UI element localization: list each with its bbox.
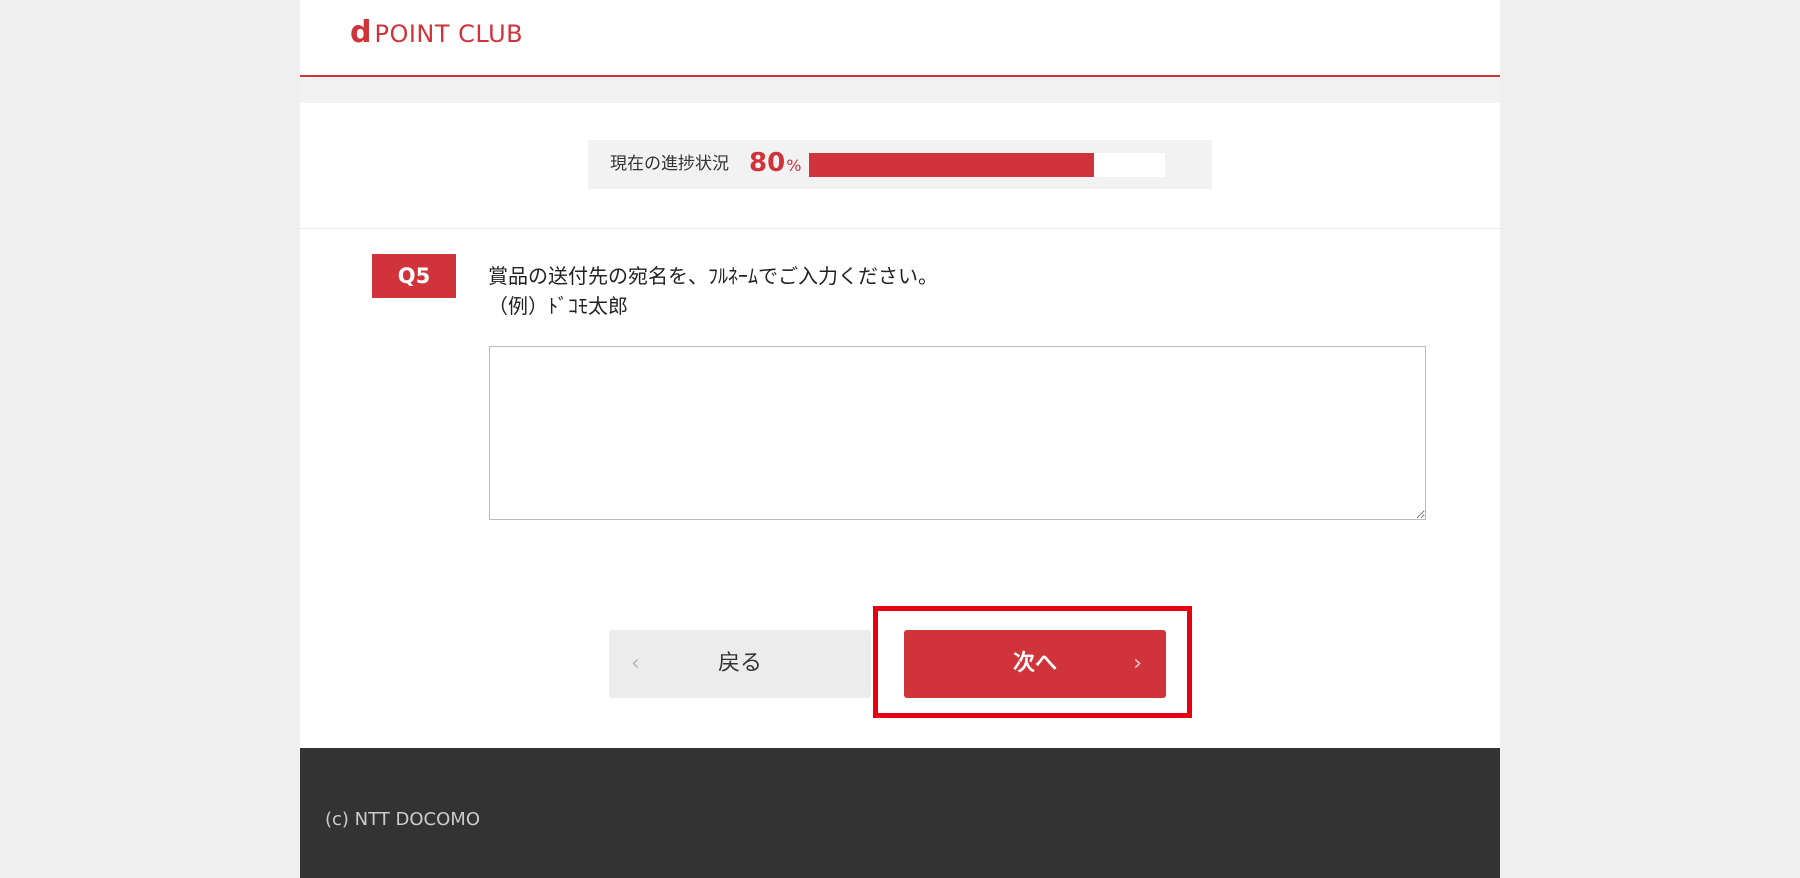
site-header: d POINT CLUB [300, 0, 1500, 77]
progress-percent: 80% [749, 149, 801, 180]
progress-section: 現在の進捗状況 80% [300, 103, 1500, 229]
site-footer: (c) NTT DOCOMO [300, 748, 1500, 878]
progress-percent-value: 80 [749, 148, 786, 178]
back-button[interactable]: ‹ 戻る [609, 630, 871, 698]
progress-percent-unit: % [786, 156, 802, 175]
progress-bar-fill [809, 153, 1094, 177]
progress-indicator: 現在の進捗状況 80% [588, 140, 1212, 189]
progress-label: 現在の進捗状況 [610, 154, 729, 174]
survey-card: 現在の進捗状況 80% Q5 賞品の送付先の宛名を、ﾌﾙﾈｰﾑでご入力ください。… [300, 103, 1500, 748]
chevron-right-icon: › [1133, 651, 1142, 676]
full-name-answer-field[interactable] [489, 346, 1426, 520]
question-text: 賞品の送付先の宛名を、ﾌﾙﾈｰﾑでご入力ください。 （例）ﾄﾞｺﾓ太郎 [488, 261, 938, 321]
question-prompt: 賞品の送付先の宛名を、ﾌﾙﾈｰﾑでご入力ください。 [488, 264, 938, 288]
logo-mark: d [350, 15, 372, 50]
copyright-text: (c) NTT DOCOMO [325, 809, 480, 830]
logo-text: POINT CLUB [374, 20, 524, 48]
next-button-label: 次へ [1012, 651, 1057, 676]
page-frame: d POINT CLUB 現在の進捗状況 80% Q5 賞品の送付先の宛名を、ﾌ… [300, 0, 1500, 878]
progress-bar-track [809, 153, 1165, 177]
next-button[interactable]: 次へ › [904, 630, 1166, 698]
question-example: （例）ﾄﾞｺﾓ太郎 [488, 294, 628, 318]
dpoint-club-logo[interactable]: d POINT CLUB [350, 12, 524, 50]
question-number-badge: Q5 [372, 254, 456, 298]
back-button-label: 戻る [717, 651, 762, 676]
